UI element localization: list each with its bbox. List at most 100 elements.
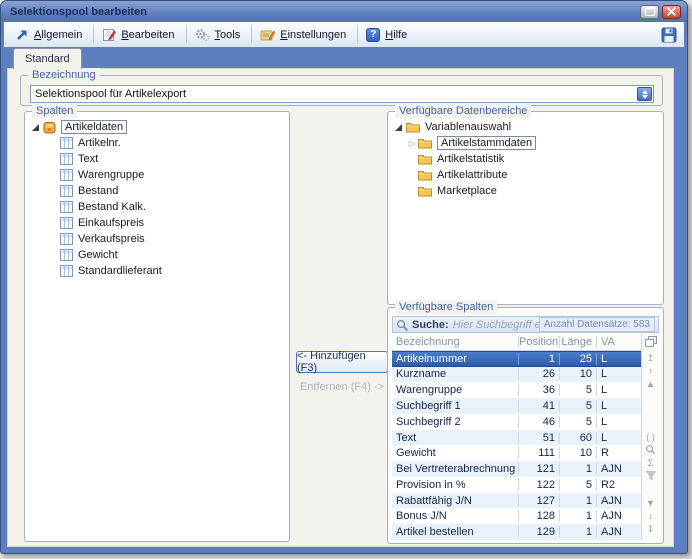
search-label: Suche: bbox=[412, 319, 449, 331]
table-row[interactable]: Provision in % 122 5 R2 bbox=[392, 477, 641, 493]
window-title: Selektionspool bearbeiten bbox=[10, 6, 637, 18]
tree-node-variablenauswahl[interactable]: Variablenauswahl bbox=[388, 119, 663, 135]
column-header-va[interactable]: VA bbox=[597, 336, 641, 348]
tree-node-column[interactable]: Bestand bbox=[25, 183, 289, 199]
table-row[interactable]: Text 51 60 L bbox=[392, 430, 641, 446]
table-row[interactable]: Warengruppe 36 5 L bbox=[392, 382, 641, 398]
table-row[interactable]: Suchbegriff 1 41 5 L bbox=[392, 398, 641, 414]
search-input[interactable]: Hier Suchbegriff einge bbox=[453, 319, 539, 331]
spin-up-icon bbox=[642, 90, 648, 94]
menu-einstellungen[interactable]: Einstellungen bbox=[255, 26, 354, 44]
expander-expanded-icon[interactable] bbox=[32, 124, 39, 131]
table-row[interactable]: Artikelnummer 1 25 L bbox=[392, 351, 641, 367]
column-header-position[interactable]: Position bbox=[519, 336, 560, 348]
table-row[interactable]: Suchbegriff 2 46 5 L bbox=[392, 414, 641, 430]
scroll-bottom-icon[interactable]: ↧ bbox=[642, 522, 659, 535]
close-icon bbox=[667, 7, 676, 16]
table-row[interactable]: Gewicht 111 10 R bbox=[392, 445, 641, 461]
restore-icon bbox=[645, 7, 655, 16]
column-header-bezeichnung[interactable]: Bezeichnung bbox=[392, 336, 519, 348]
spalten-tree: Artikeldaten Artikelnr. Text Warengruppe… bbox=[25, 112, 289, 279]
toolbar-separator bbox=[93, 26, 94, 43]
tree-node-column[interactable]: Standardlieferant bbox=[25, 263, 289, 279]
tab-page-standard: Bezeichnung Selektionspool für Artikelex… bbox=[7, 68, 674, 547]
menu-tools[interactable]: Tools bbox=[190, 26, 249, 44]
search-rows-icon[interactable] bbox=[642, 443, 659, 456]
tree-node-column[interactable]: Einkaufspreis bbox=[25, 215, 289, 231]
add-button[interactable]: <- Hinzufügen (F3) bbox=[296, 351, 388, 373]
tree-node-column[interactable]: Artikelnr. bbox=[25, 135, 289, 151]
tree-node-column[interactable]: Text bbox=[25, 151, 289, 167]
titlebar[interactable]: Selektionspool bearbeiten bbox=[1, 1, 687, 22]
expander-collapsed-icon[interactable]: ▷ bbox=[408, 139, 417, 148]
column-icon bbox=[60, 217, 73, 229]
search-bar[interactable]: Suche: Hier Suchbegriff einge Anzahl Dat… bbox=[392, 316, 659, 333]
group-datenbereiche: Verfügbare Datenbereiche Variablenauswah… bbox=[387, 111, 664, 305]
tree-node-column[interactable]: Warengruppe bbox=[25, 167, 289, 183]
edit-note-icon bbox=[102, 28, 116, 42]
column-icon bbox=[60, 137, 73, 149]
tree-node-label: Artikeldaten bbox=[61, 120, 127, 134]
scroll-top-icon[interactable]: ↥ bbox=[642, 351, 659, 364]
remove-button-disabled: Entfernen (F4) -> bbox=[290, 381, 394, 393]
folder-icon bbox=[418, 153, 432, 165]
dataset-icon bbox=[43, 121, 56, 134]
row-down-icon[interactable]: ↓ bbox=[642, 509, 659, 522]
tree-node-label: Variablenauswahl bbox=[425, 121, 511, 133]
table-row[interactable]: Bei Vertreterabrechnung berücksichtige 1… bbox=[392, 461, 641, 477]
group-label: Verfügbare Spalten bbox=[395, 300, 497, 314]
table-row[interactable]: Kurzname 26 10 L bbox=[392, 367, 641, 383]
group-label: Bezeichnung bbox=[28, 68, 100, 82]
tree-node-column[interactable]: Gewicht bbox=[25, 247, 289, 263]
menu-label: Einstellungen bbox=[280, 29, 346, 41]
menu-label: Bearbeiten bbox=[121, 29, 174, 41]
tab-standard[interactable]: Standard bbox=[13, 48, 82, 69]
save-button[interactable] bbox=[661, 27, 677, 43]
datenbereiche-tree: Variablenauswahl ▷ Artikelstammdaten Art… bbox=[388, 112, 663, 199]
table-row[interactable]: Rabattfähig J/N 127 1 AJN bbox=[392, 493, 641, 509]
spin-down-icon bbox=[642, 95, 648, 99]
sum-icon[interactable]: Σ bbox=[642, 456, 659, 469]
column-chooser-icon[interactable] bbox=[642, 335, 659, 348]
column-icon bbox=[60, 233, 73, 245]
column-header-laenge[interactable]: Länge bbox=[560, 336, 597, 348]
page-up-icon[interactable]: ▲ bbox=[642, 377, 659, 390]
column-icon bbox=[60, 265, 73, 277]
tree-node-marketplace[interactable]: Marketplace bbox=[388, 183, 663, 199]
tree-node-label: Bestand Kalk. bbox=[78, 201, 146, 213]
screen: Selektionspool bearbeiten Allgemein bbox=[0, 0, 692, 559]
settings-icon bbox=[260, 28, 275, 42]
tree-node-artikeldaten[interactable]: Artikeldaten bbox=[25, 119, 289, 135]
gears-icon bbox=[195, 28, 210, 42]
tree-node-artikelattribute[interactable]: Artikelattribute bbox=[388, 167, 663, 183]
close-button[interactable] bbox=[662, 5, 681, 19]
toolbar-separator bbox=[357, 26, 358, 43]
tree-node-column[interactable]: Verkaufspreis bbox=[25, 231, 289, 247]
group-label: Verfügbare Datenbereiche bbox=[395, 104, 531, 118]
tree-node-label: Standardlieferant bbox=[78, 265, 162, 277]
dialog-selektionspool-bearbeiten: Selektionspool bearbeiten Allgemein bbox=[0, 0, 688, 554]
between-filter-icon[interactable]: ( ) bbox=[642, 430, 659, 443]
bezeichnung-combobox[interactable]: Selektionspool für Artikelexport bbox=[30, 85, 654, 103]
tree-node-label: Artikelattribute bbox=[437, 169, 507, 181]
tree-node-artikelstatistik[interactable]: Artikelstatistik bbox=[388, 151, 663, 167]
menu-bearbeiten[interactable]: Bearbeiten bbox=[97, 26, 182, 44]
filter-icon[interactable] bbox=[642, 469, 659, 482]
table-row[interactable]: Artikel bestellen 129 1 AJN bbox=[392, 524, 641, 540]
folder-icon bbox=[418, 137, 432, 149]
combobox-spinner-button[interactable] bbox=[637, 87, 652, 101]
grid-side-toolbar: ↥ ↑ ▲ ( ) Σ ▼ ↓ ↧ bbox=[641, 334, 659, 540]
record-count: Anzahl Datensätze: 583 bbox=[539, 317, 655, 332]
columns-table: Bezeichnung Position Länge VA Artikelnum… bbox=[392, 334, 641, 540]
menu-allgemein[interactable]: Allgemein bbox=[11, 26, 90, 43]
restore-button[interactable] bbox=[640, 5, 659, 19]
column-icon bbox=[60, 153, 73, 165]
page-down-icon[interactable]: ▼ bbox=[642, 496, 659, 509]
tree-node-column[interactable]: Bestand Kalk. bbox=[25, 199, 289, 215]
tree-node-label: Gewicht bbox=[78, 249, 118, 261]
menu-hilfe[interactable]: ? Hilfe bbox=[361, 26, 415, 44]
table-row[interactable]: Bonus J/N 128 1 AJN bbox=[392, 508, 641, 524]
row-up-icon[interactable]: ↑ bbox=[642, 364, 659, 377]
expander-expanded-icon[interactable] bbox=[395, 124, 402, 131]
tree-node-artikelstammdaten[interactable]: ▷ Artikelstammdaten bbox=[388, 135, 663, 151]
